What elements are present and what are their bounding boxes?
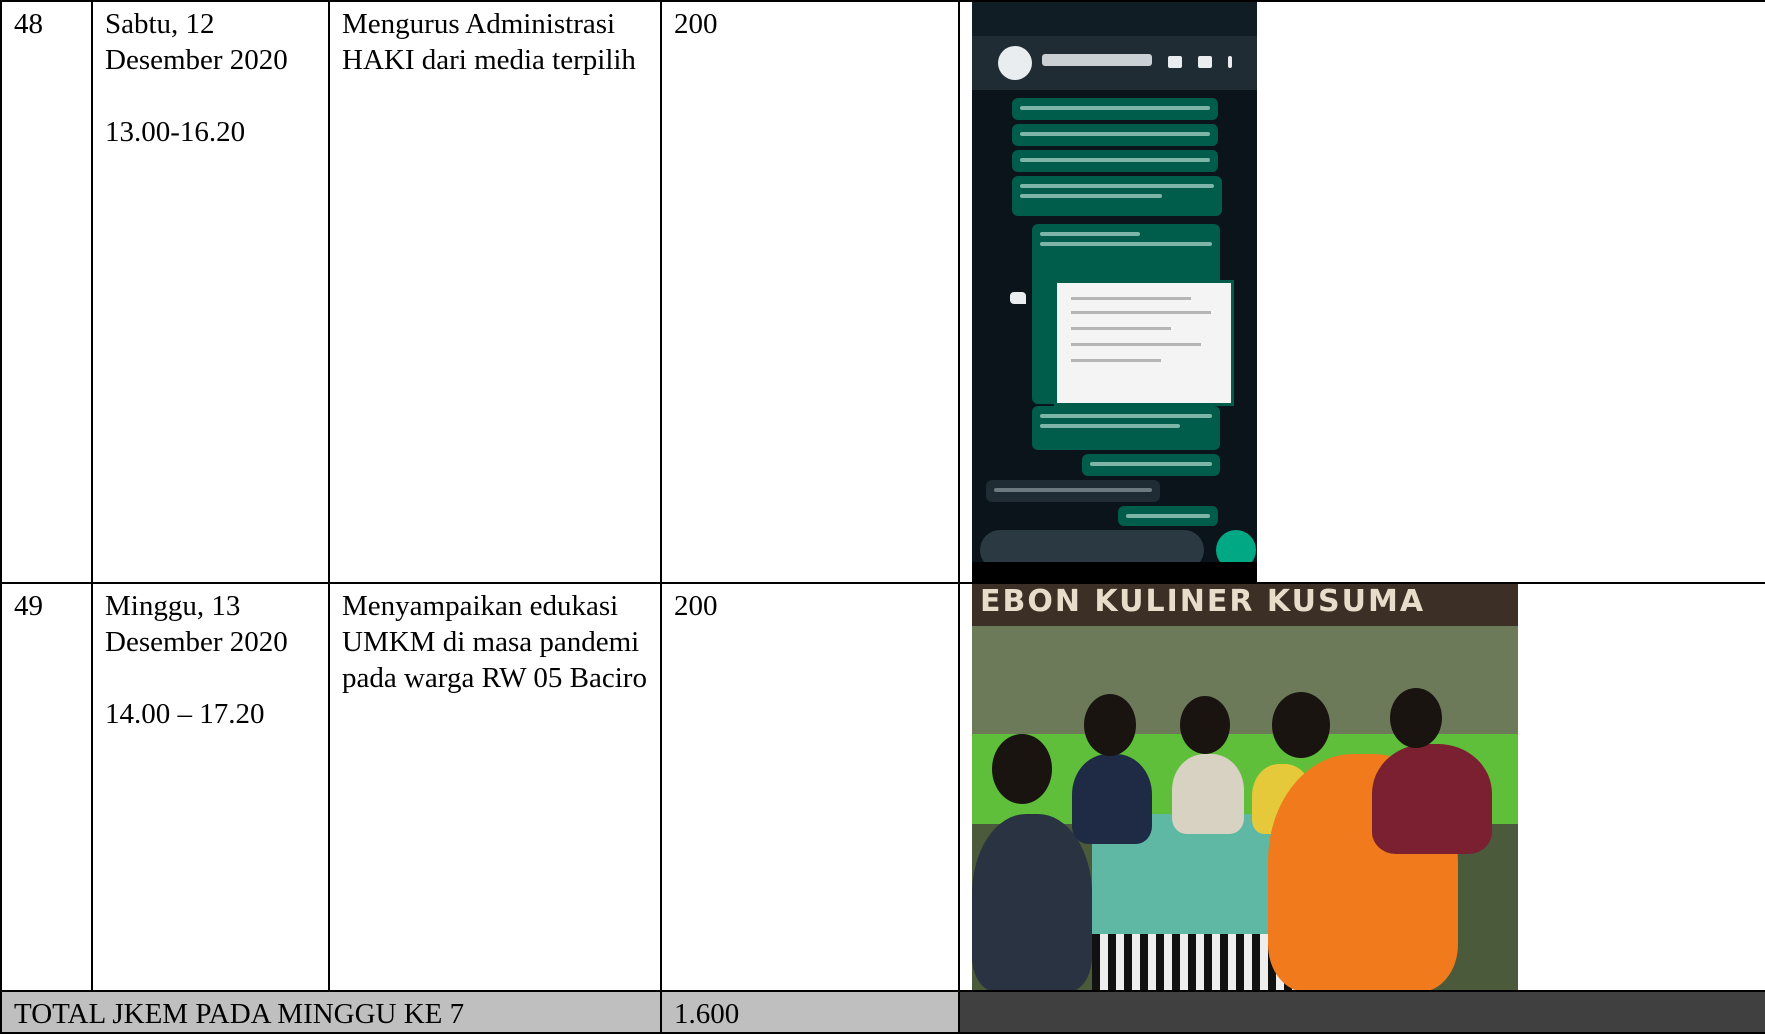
person-head — [992, 734, 1052, 804]
chat-bubble — [1012, 124, 1218, 146]
table-row: 49 Minggu, 13 Desember 2020 14.00 – 17.2… — [0, 582, 1765, 992]
activity-cell: Mengurus Administrasi HAKI dari media te… — [328, 0, 662, 584]
jkem-cell: 200 — [660, 0, 960, 584]
time-text: 13.00-16.20 — [105, 116, 246, 148]
row-number-cell: 49 — [0, 582, 93, 992]
person-head — [1180, 696, 1230, 754]
phone-status-bar — [972, 3, 1257, 36]
time-text: 14.00 – 17.20 — [105, 698, 265, 730]
jkem-cell: 200 — [660, 582, 960, 992]
jkem-value: 200 — [674, 590, 718, 622]
table-row: 48 Sabtu, 12 Desember 2020 13.00-16.20 M… — [0, 0, 1765, 584]
chat-bubble — [1082, 454, 1220, 476]
whatsapp-chat-screenshot — [972, 3, 1257, 581]
more-options-icon — [1228, 56, 1232, 68]
chat-bubble — [1012, 98, 1218, 120]
activity-text: Mengurus Administrasi HAKI dari media te… — [342, 8, 636, 76]
row-number: 49 — [14, 590, 43, 622]
activity-text: Menyampaikan edukasi UMKM di masa pandem… — [342, 590, 647, 694]
document-preview — [1054, 280, 1234, 406]
android-nav-bar — [972, 562, 1257, 581]
chat-bubble — [1118, 506, 1218, 526]
person — [1172, 754, 1244, 834]
chat-header — [972, 36, 1257, 90]
jkem-value: 200 — [674, 8, 718, 40]
person — [1072, 754, 1152, 844]
date-cell: Minggu, 13 Desember 2020 14.00 – 17.20 — [91, 582, 330, 992]
chat-bubble — [1032, 406, 1220, 450]
chat-bubble — [1012, 176, 1222, 216]
shop-sign-text: EBON KULINER KUSUMA — [980, 584, 1426, 619]
total-label-cell: TOTAL JKEM PADA MINGGU KE 7 — [0, 990, 662, 1034]
person-head — [1272, 692, 1330, 758]
chat-bubble — [1012, 150, 1218, 172]
row-number-cell: 48 — [0, 0, 93, 584]
person — [1372, 744, 1492, 854]
person — [972, 814, 1092, 989]
person-head — [1390, 688, 1442, 748]
phone-call-icon — [1198, 56, 1212, 68]
documentation-cell — [958, 0, 1765, 584]
date-text: Sabtu, 12 Desember 2020 — [105, 8, 288, 76]
forward-icon — [1010, 292, 1026, 304]
umkm-education-photo: EBON KULINER KUSUMA — [972, 584, 1518, 989]
chat-title-placeholder — [1042, 54, 1152, 66]
date-text: Minggu, 13 Desember 2020 — [105, 590, 288, 658]
video-call-icon — [1168, 56, 1182, 68]
chat-bubble-incoming — [986, 480, 1160, 502]
date-cell: Sabtu, 12 Desember 2020 13.00-16.20 — [91, 0, 330, 584]
total-value: 1.600 — [674, 998, 740, 1030]
shop-sign: EBON KULINER KUSUMA — [972, 584, 1518, 626]
documentation-cell: EBON KULINER KUSUMA — [958, 582, 1765, 992]
activity-cell: Menyampaikan edukasi UMKM di masa pandem… — [328, 582, 662, 992]
total-label: TOTAL JKEM PADA MINGGU KE 7 — [14, 998, 465, 1030]
total-empty-cell — [958, 990, 1765, 1034]
total-value-cell: 1.600 — [660, 990, 960, 1034]
row-number: 48 — [14, 8, 43, 40]
activity-log-table: 48 Sabtu, 12 Desember 2020 13.00-16.20 M… — [0, 0, 1765, 1034]
person-head — [1084, 694, 1136, 756]
total-row: TOTAL JKEM PADA MINGGU KE 7 1.600 — [0, 990, 1765, 1034]
chat-avatar-icon — [998, 46, 1032, 80]
